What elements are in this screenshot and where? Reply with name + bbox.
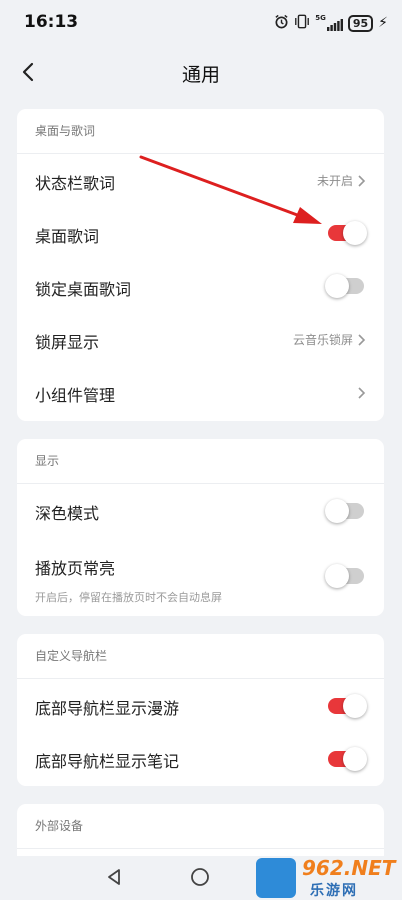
- toggle-knob: [325, 274, 349, 298]
- status-time: 16:13: [24, 12, 79, 32]
- watermark-site: 乐游网: [310, 883, 358, 899]
- nav-back-button[interactable]: [104, 867, 124, 891]
- row-label: 深色模式: [35, 504, 100, 523]
- section-title: 外部设备: [17, 804, 384, 849]
- row-label: 播放页常亮: [35, 559, 116, 578]
- status-icons: 5G 95 ⚡: [274, 13, 388, 33]
- triangle-back-icon: [108, 869, 120, 885]
- app-header: 通用: [0, 44, 402, 100]
- dark-mode-toggle[interactable]: [325, 499, 364, 523]
- vibrate-icon: [294, 14, 310, 33]
- signal-icon: 5G: [315, 15, 343, 31]
- section-desktop-lyrics: 桌面与歌词 状态栏歌词 未开启 桌面歌词 锁定桌面歌词 锁屏显示 云音乐锁屏 小…: [17, 109, 384, 421]
- charging-icon: ⚡: [378, 15, 388, 31]
- toggle-knob: [343, 747, 367, 771]
- lock-desktop-lyrics-row: 锁定桌面歌词: [17, 260, 384, 313]
- status-bar: 16:13 5G 95 ⚡: [0, 0, 402, 44]
- nav-show-roaming-toggle[interactable]: [328, 694, 367, 718]
- chevron-right-icon: [356, 386, 366, 400]
- row-label: 锁定桌面歌词: [35, 280, 132, 299]
- section-display: 显示 深色模式 播放页常亮 开启后，停留在播放页时不会自动息屏: [17, 439, 384, 616]
- nav-home-button[interactable]: [190, 867, 210, 891]
- watermark-logo-icon: [256, 858, 296, 898]
- toggle-knob: [325, 499, 349, 523]
- page-title: 通用: [181, 64, 220, 86]
- toggle-knob: [343, 694, 367, 718]
- row-description: 开启后，停留在播放页时不会自动息屏: [35, 591, 222, 604]
- widget-management-row[interactable]: 小组件管理: [17, 366, 384, 419]
- section-title: 桌面与歌词: [17, 109, 384, 154]
- desktop-lyrics-row: 桌面歌词: [17, 207, 384, 260]
- alarm-icon: [274, 14, 289, 33]
- keep-screen-on-toggle[interactable]: [325, 564, 364, 588]
- toggle-knob: [343, 221, 367, 245]
- row-label: 底部导航栏显示漫游: [35, 699, 180, 718]
- nav-show-notes-toggle[interactable]: [328, 747, 367, 771]
- lock-screen-display-row[interactable]: 锁屏显示 云音乐锁屏: [17, 313, 384, 366]
- section-external-devices: 外部设备: [17, 804, 384, 864]
- section-title: 显示: [17, 439, 384, 484]
- watermark-brand: 962.NET: [302, 856, 396, 880]
- battery-icon: 95: [347, 14, 374, 32]
- row-label: 状态栏歌词: [35, 174, 116, 193]
- network-type: 5G: [315, 14, 326, 22]
- desktop-lyrics-toggle[interactable]: [328, 221, 367, 245]
- status-bar-lyrics-row[interactable]: 状态栏歌词 未开启: [17, 154, 384, 207]
- row-value: 云音乐锁屏: [292, 333, 353, 347]
- row-label: 桌面歌词: [35, 227, 100, 246]
- nav-show-roaming-row: 底部导航栏显示漫游: [17, 679, 384, 732]
- nav-show-notes-row: 底部导航栏显示笔记: [17, 732, 384, 785]
- row-value: 未开启: [316, 174, 353, 188]
- dark-mode-row: 深色模式: [17, 484, 384, 537]
- toggle-knob: [325, 564, 349, 588]
- row-label: 锁屏显示: [35, 333, 100, 352]
- watermark: 962.NET 乐游网: [256, 856, 396, 900]
- lock-desktop-lyrics-toggle[interactable]: [325, 274, 364, 298]
- keep-screen-on-row: 播放页常亮 开启后，停留在播放页时不会自动息屏: [17, 537, 384, 616]
- chevron-right-icon: [356, 174, 366, 188]
- section-custom-nav: 自定义导航栏 底部导航栏显示漫游 底部导航栏显示笔记: [17, 634, 384, 786]
- chevron-right-icon: [356, 333, 366, 347]
- circle-home-icon: [191, 868, 209, 886]
- row-label: 小组件管理: [35, 386, 116, 405]
- section-title: 自定义导航栏: [17, 634, 384, 679]
- row-label: 底部导航栏显示笔记: [35, 752, 180, 771]
